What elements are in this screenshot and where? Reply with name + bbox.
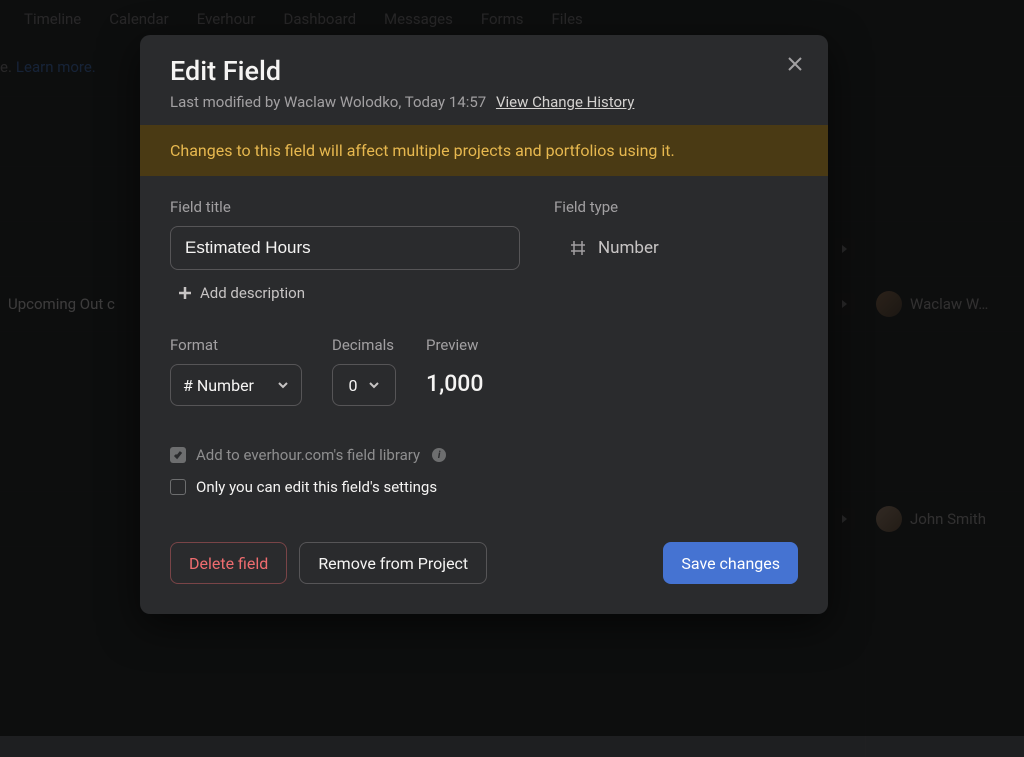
chevron-down-icon (368, 379, 380, 391)
only-you-checkbox-row[interactable]: Only you can edit this field's settings (170, 478, 798, 496)
field-title-input[interactable] (170, 226, 520, 270)
only-you-label: Only you can edit this field's settings (196, 478, 437, 496)
decimals-select[interactable]: 0 (332, 364, 396, 406)
plus-icon (178, 286, 192, 300)
field-type-display: Number (554, 226, 659, 270)
preview-label: Preview (426, 336, 483, 354)
field-title-label: Field title (170, 198, 520, 216)
format-value: # Number (183, 376, 254, 395)
edit-field-modal: Edit Field Last modified by Waclaw Wolod… (140, 35, 828, 614)
chevron-down-icon (277, 379, 289, 391)
library-checkbox-row[interactable]: Add to everhour.com's field library i (170, 446, 798, 464)
library-checkbox[interactable] (170, 447, 186, 463)
checkmark-icon (173, 450, 183, 460)
modal-header: Edit Field Last modified by Waclaw Wolod… (140, 35, 828, 125)
delete-field-button[interactable]: Delete field (170, 542, 287, 584)
add-description-label: Add description (200, 284, 305, 302)
format-select[interactable]: # Number (170, 364, 302, 406)
only-you-checkbox[interactable] (170, 479, 186, 495)
format-label: Format (170, 336, 302, 354)
decimals-label: Decimals (332, 336, 396, 354)
warning-banner: Changes to this field will affect multip… (140, 125, 828, 176)
field-type-label: Field type (554, 198, 659, 216)
add-description-button[interactable]: Add description (178, 284, 798, 302)
last-modified-text: Last modified by Waclaw Wolodko, Today 1… (170, 93, 486, 111)
info-icon[interactable]: i (432, 448, 446, 462)
close-icon (786, 55, 804, 73)
modal-subtitle: Last modified by Waclaw Wolodko, Today 1… (170, 93, 798, 111)
field-type-value: Number (598, 238, 659, 258)
number-icon (568, 238, 588, 258)
view-history-link[interactable]: View Change History (496, 93, 634, 111)
library-label: Add to everhour.com's field library (196, 446, 420, 464)
decimals-value: 0 (349, 376, 358, 395)
save-changes-button[interactable]: Save changes (663, 542, 798, 584)
modal-title: Edit Field (170, 55, 798, 87)
close-button[interactable] (786, 55, 804, 77)
modal-footer: Delete field Remove from Project Save ch… (140, 516, 828, 614)
remove-from-project-button[interactable]: Remove from Project (299, 542, 487, 584)
preview-value: 1,000 (426, 364, 483, 397)
